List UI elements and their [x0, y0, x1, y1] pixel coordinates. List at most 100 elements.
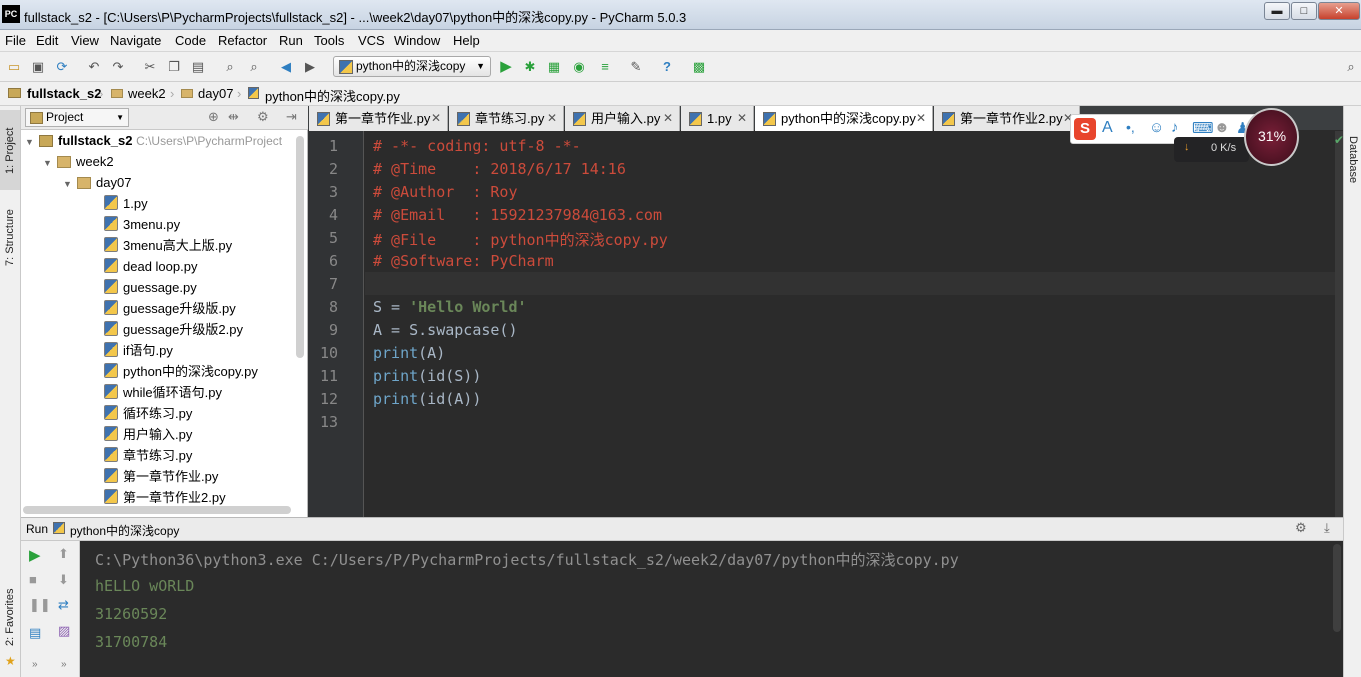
tree-file[interactable]: dead loop.py	[104, 256, 197, 277]
tree-file[interactable]: guessage升级版.py	[104, 298, 236, 319]
structure-tool-tab[interactable]: 7: Structure	[4, 209, 16, 266]
tree-file[interactable]: 循环练习.py	[104, 403, 192, 424]
ime-punctuation-icon[interactable]: •,	[1126, 119, 1135, 135]
editor-scrollbar[interactable]	[1335, 131, 1343, 517]
profile-icon[interactable]: ◉	[570, 58, 588, 76]
breadcrumb-week2[interactable]: week2	[128, 86, 166, 101]
scroll-up-icon[interactable]: ⬆	[58, 546, 69, 562]
close-tab-icon[interactable]: ✕	[916, 106, 926, 131]
tree-file[interactable]: 用户输入.py	[104, 424, 192, 445]
tree-file[interactable]: 章节练习.py	[104, 445, 192, 466]
tab-editor-file[interactable]: 章节练习.py ✕	[449, 106, 564, 131]
close-tab-icon[interactable]: ✕	[431, 106, 441, 131]
close-tab-icon[interactable]: ✕	[663, 106, 673, 131]
close-tab-icon[interactable]: ✕	[547, 106, 557, 131]
more-icon[interactable]: »	[61, 659, 67, 670]
soft-wrap-icon[interactable]: ⇄	[58, 597, 69, 613]
gear-icon[interactable]: ⚙	[1295, 520, 1307, 536]
vcs-icon[interactable]: ▩	[690, 58, 708, 76]
ime-emoji-icon[interactable]: ☺	[1149, 119, 1164, 136]
menu-run[interactable]: Run	[279, 33, 303, 48]
menu-navigate[interactable]: Navigate	[110, 33, 161, 48]
tree-file[interactable]: guessage升级版2.py	[104, 319, 243, 340]
rerun-icon[interactable]: ▶	[29, 546, 41, 564]
tab-editor-file[interactable]: 第一章节作业2.py ✕	[934, 106, 1080, 131]
tree-file[interactable]: 3menu高大上版.py	[104, 235, 232, 256]
menu-window[interactable]: Window	[394, 33, 440, 48]
menu-help[interactable]: Help	[453, 33, 480, 48]
run-icon[interactable]: ▶	[497, 58, 515, 76]
project-tool-tab[interactable]: 1: Project	[0, 110, 20, 190]
tab-editor-file[interactable]: 1.py ✕	[681, 106, 754, 131]
pause-icon[interactable]: ❚❚	[29, 597, 51, 613]
sync-icon[interactable]: ⟳	[53, 58, 71, 76]
project-vertical-scrollbar[interactable]	[296, 136, 304, 358]
breadcrumb-file[interactable]: python中的深浅copy.py	[265, 86, 400, 105]
tree-file[interactable]: while循环语句.py	[104, 382, 222, 403]
tree-folder-day07[interactable]: ▼ day07	[63, 172, 131, 193]
build-icon[interactable]: ≡	[596, 58, 614, 76]
close-button[interactable]: ✕	[1318, 2, 1360, 20]
scroll-from-source-icon[interactable]: ⊕	[208, 109, 219, 125]
project-view-select[interactable]: Project ▼	[25, 108, 129, 127]
ime-mode-icon[interactable]: A	[1102, 119, 1113, 137]
tree-root[interactable]: ▼ fullstack_s2 C:\Users\P\PycharmProject	[25, 130, 282, 151]
tree-file[interactable]: if语句.py	[104, 340, 173, 361]
tree-file[interactable]: 3menu.py	[104, 214, 180, 235]
replace-icon[interactable]: ⌕	[245, 58, 263, 76]
print-icon[interactable]: ▨	[58, 623, 70, 639]
cut-icon[interactable]: ✂	[141, 58, 159, 76]
tab-editor-file-active[interactable]: python中的深浅copy.py ✕	[755, 106, 933, 131]
save-icon[interactable]: ▣	[29, 58, 47, 76]
stop-icon[interactable]: ■	[29, 572, 37, 587]
console-scrollbar[interactable]	[1333, 544, 1341, 632]
tree-file[interactable]: guessage.py	[104, 277, 197, 298]
menu-code[interactable]: Code	[175, 33, 206, 48]
tree-file[interactable]: python中的深浅copy.py	[104, 361, 258, 382]
close-tab-icon[interactable]: ✕	[737, 106, 747, 131]
paste-icon[interactable]: ▤	[189, 58, 207, 76]
project-horizontal-scrollbar[interactable]	[23, 506, 291, 514]
tree-file[interactable]: 1.py	[104, 193, 148, 214]
menu-view[interactable]: View	[71, 33, 99, 48]
maximize-button[interactable]: □	[1291, 2, 1317, 20]
collapse-all-icon[interactable]: ⇹	[228, 109, 239, 125]
restore-layout-icon[interactable]: ▤	[29, 625, 41, 641]
code-editor[interactable]: 1 2 3 4 5 6 7 8 9 10 11 12 13 # -*- codi…	[308, 131, 1344, 517]
settings-icon[interactable]: ✎	[627, 58, 645, 76]
tab-editor-file[interactable]: 用户输入.py ✕	[565, 106, 680, 131]
run-configuration-select[interactable]: python中的深浅copy ▼	[333, 56, 491, 77]
menu-tools[interactable]: Tools	[314, 33, 344, 48]
open-folder-icon[interactable]: ▭	[5, 58, 23, 76]
find-icon[interactable]: ⌕	[221, 58, 239, 76]
hide-icon[interactable]: ⇥	[286, 109, 297, 125]
menu-refactor[interactable]: Refactor	[218, 33, 267, 48]
menu-file[interactable]: File	[5, 33, 26, 48]
database-tool-tab[interactable]: Database	[1347, 136, 1359, 183]
run-console[interactable]: C:\Python36\python3.exe C:/Users/P/Pycha…	[80, 541, 1343, 677]
debug-icon[interactable]: ✱	[521, 58, 539, 76]
gear-icon[interactable]: ⚙	[257, 109, 269, 125]
tree-file[interactable]: 第一章节作业2.py	[104, 487, 226, 508]
copy-icon[interactable]: ❐	[165, 58, 183, 76]
tab-editor-file[interactable]: 第一章节作业.py ✕	[309, 106, 448, 131]
menu-edit[interactable]: Edit	[36, 33, 58, 48]
breadcrumb-day07[interactable]: day07	[198, 86, 233, 101]
help-icon[interactable]: ?	[658, 58, 676, 76]
search-everywhere-icon[interactable]: ⌕	[1342, 58, 1360, 76]
tree-file[interactable]: 第一章节作业.py	[104, 466, 218, 487]
more-icon[interactable]: »	[32, 659, 38, 670]
back-icon[interactable]: ◀	[277, 58, 295, 76]
redo-icon[interactable]: ↷	[109, 58, 127, 76]
coverage-icon[interactable]: ▦	[545, 58, 563, 76]
favorites-tool-tab[interactable]: 2: Favorites	[4, 589, 16, 646]
minimize-button[interactable]: ▬	[1264, 2, 1290, 20]
run-config-tab[interactable]: python中的深浅copy	[70, 522, 179, 539]
hide-panel-icon[interactable]: ⤓	[1324, 520, 1330, 536]
tree-folder-week2[interactable]: ▼ week2	[43, 151, 114, 172]
undo-icon[interactable]: ↶	[85, 58, 103, 76]
scroll-down-icon[interactable]: ⬇	[58, 572, 69, 588]
breadcrumb-project[interactable]: fullstack_s2	[27, 86, 101, 101]
menu-vcs[interactable]: VCS	[358, 33, 385, 48]
forward-icon[interactable]: ▶	[301, 58, 319, 76]
